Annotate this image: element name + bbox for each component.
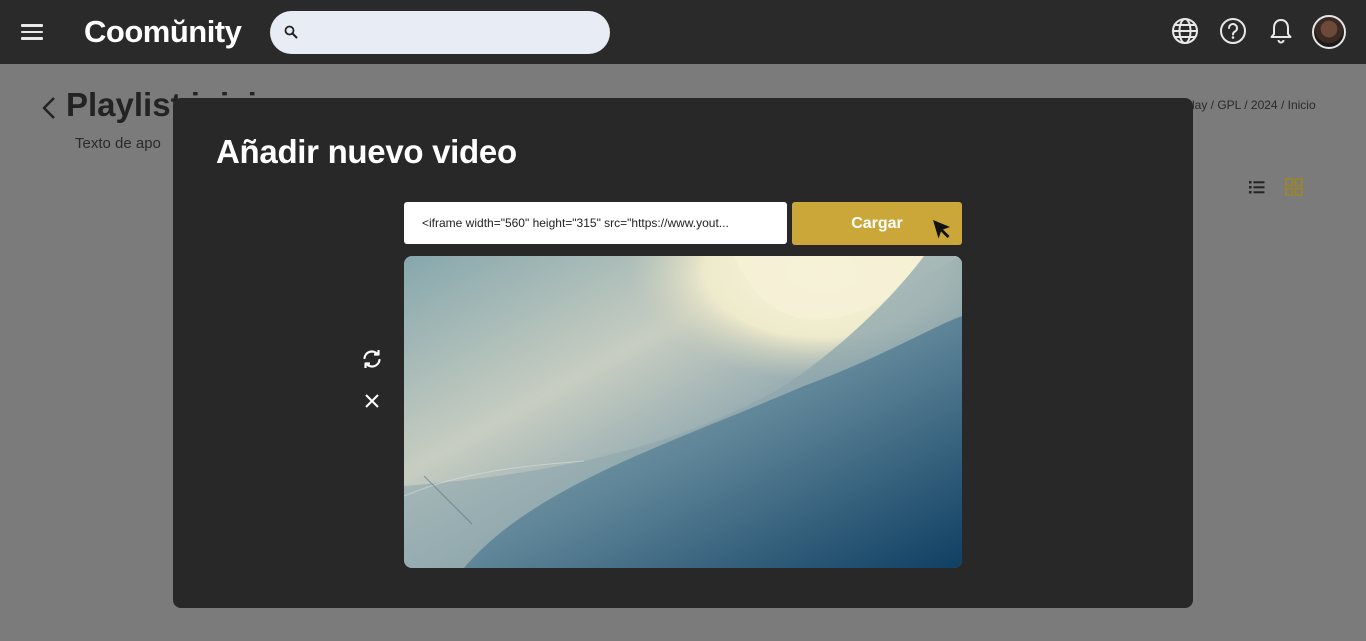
refresh-icon[interactable] <box>360 347 384 371</box>
logo[interactable]: Coomŭnity <box>84 14 242 50</box>
search-input[interactable] <box>308 19 598 46</box>
search-icon <box>284 25 298 39</box>
load-button-label: Cargar <box>851 215 903 232</box>
video-preview[interactable] <box>404 256 962 568</box>
list-view-icon[interactable] <box>1248 178 1266 196</box>
embed-url-input[interactable]: <iframe width="560" height="315" src="ht… <box>404 202 787 244</box>
back-arrow-icon[interactable] <box>40 96 58 120</box>
add-video-modal: Añadir nuevo video <iframe width="560" h… <box>173 98 1193 608</box>
help-icon[interactable] <box>1218 16 1248 46</box>
menu-icon[interactable] <box>18 18 46 46</box>
modal-title: Añadir nuevo video <box>216 133 517 170</box>
breadcrumb[interactable]: lay / GPL / 2024 / Inicio <box>1192 98 1316 112</box>
avatar[interactable] <box>1312 15 1346 49</box>
bell-icon[interactable] <box>1266 16 1296 46</box>
grid-view-icon[interactable] <box>1285 178 1303 196</box>
video-thumbnail-image <box>404 256 962 568</box>
page-subtitle: Texto de apo <box>75 135 161 152</box>
mouse-cursor-icon <box>933 220 950 239</box>
globe-icon[interactable] <box>1170 16 1200 46</box>
search-bar[interactable] <box>270 11 610 54</box>
close-icon[interactable] <box>360 389 384 413</box>
top-bar: Coomŭnity <box>0 0 1366 64</box>
logo-text: Coomŭnity <box>84 14 242 49</box>
